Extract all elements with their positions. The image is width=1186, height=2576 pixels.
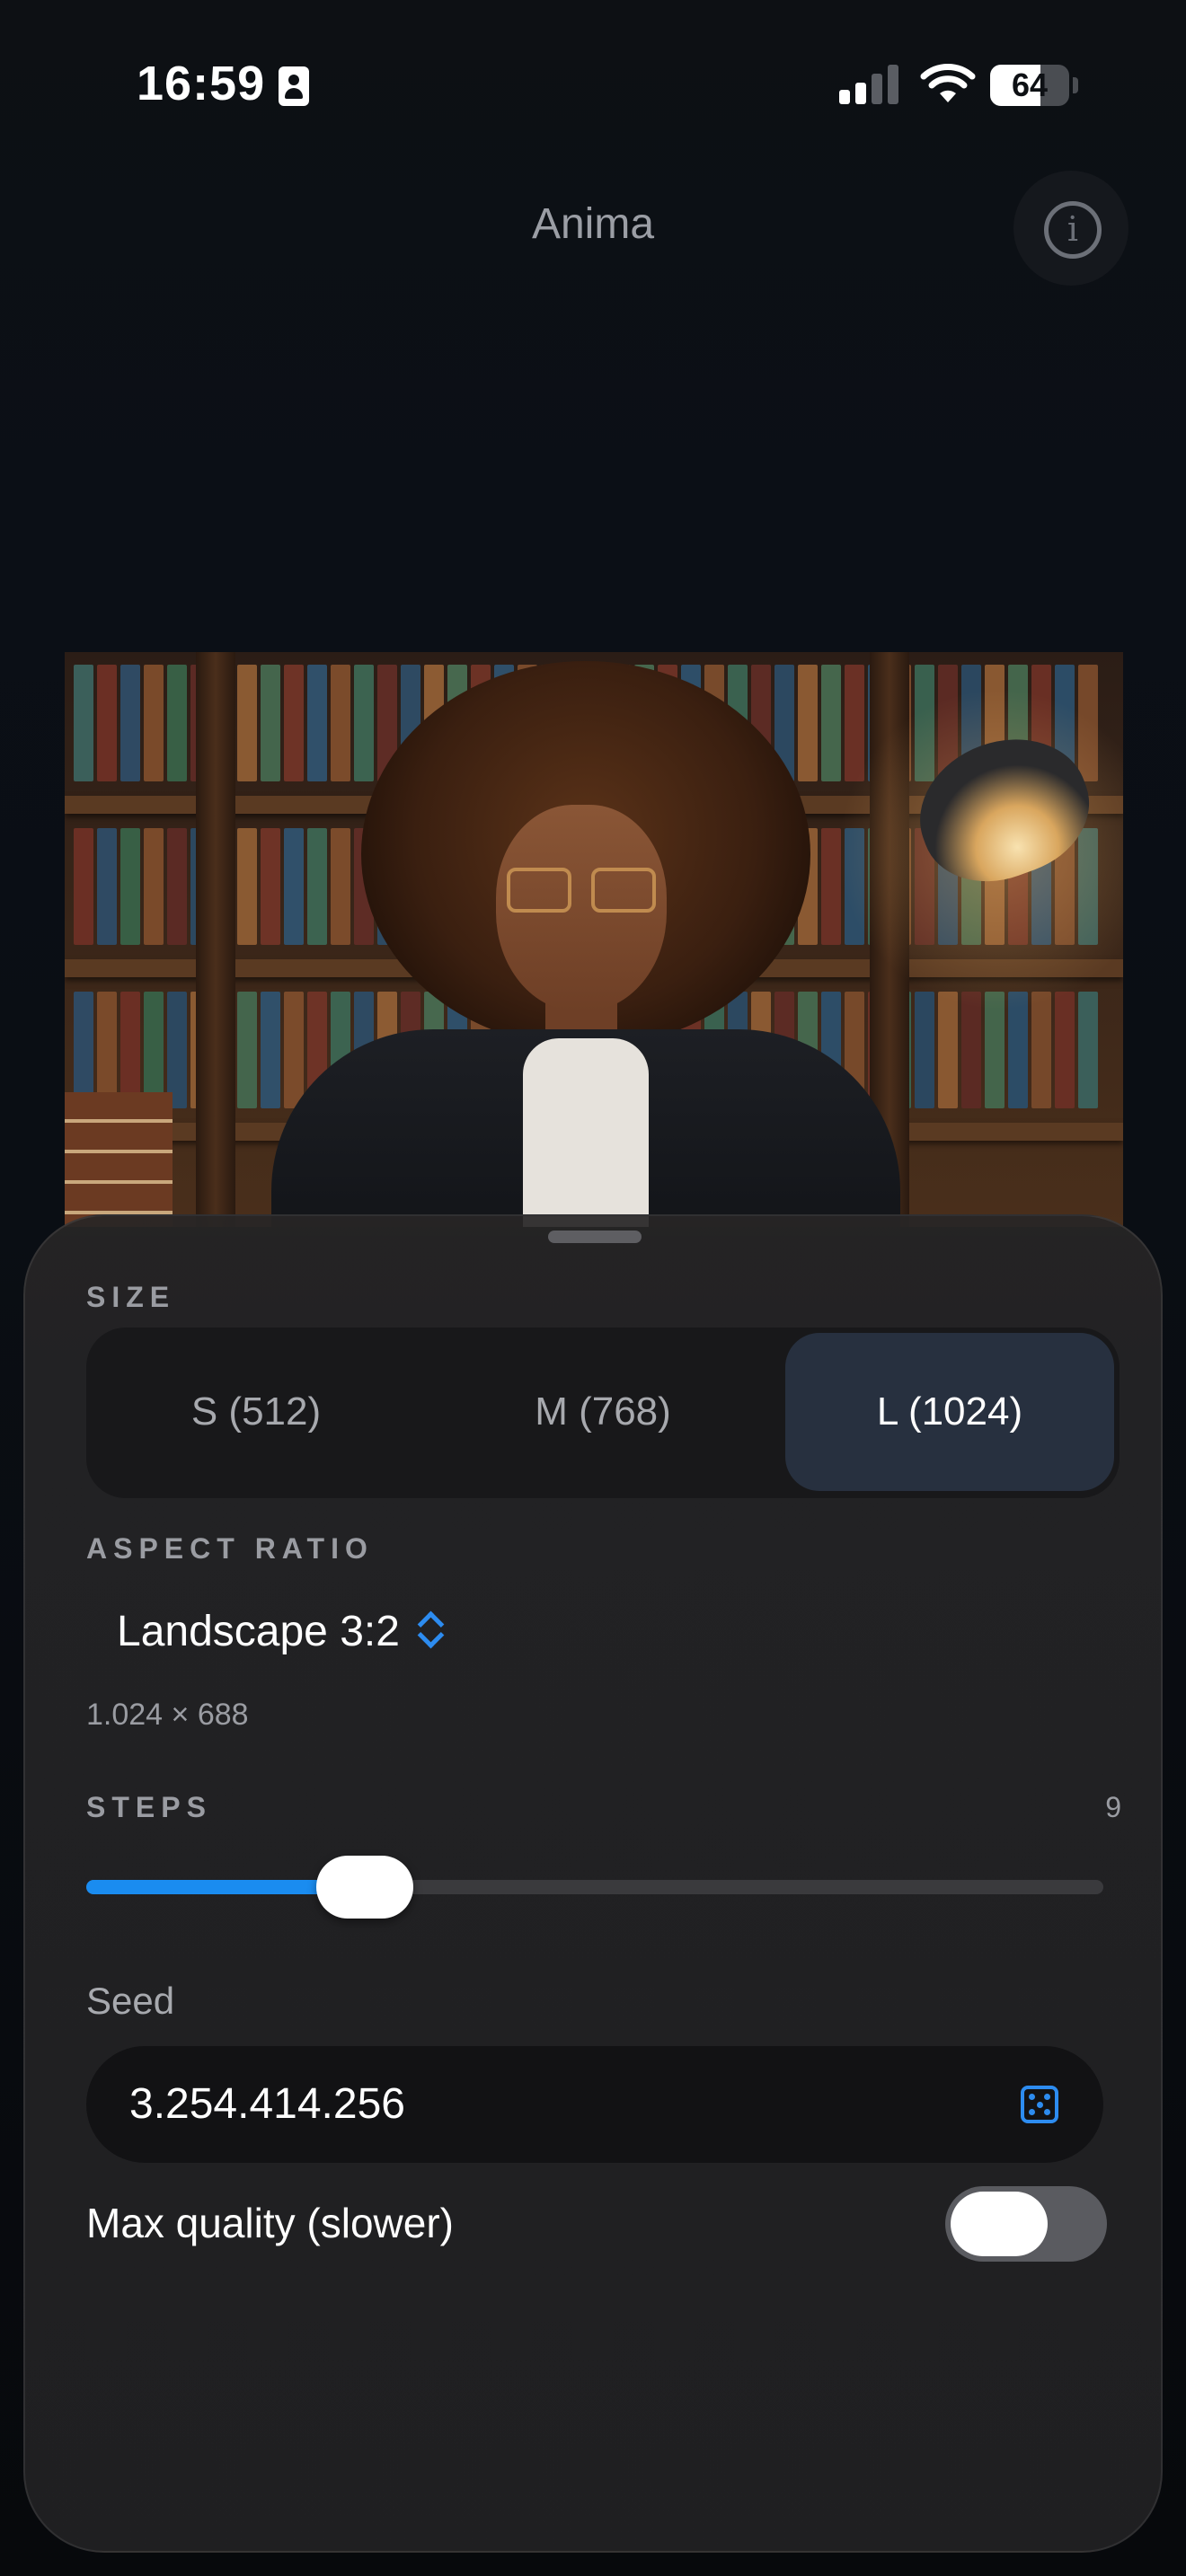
battery-level: 64 — [1011, 66, 1049, 103]
sheet-grabber[interactable] — [548, 1231, 642, 1243]
shelf-post — [196, 652, 235, 1227]
book-stack — [65, 1092, 173, 1227]
page-title: Anima — [531, 200, 655, 248]
battery-nub — [1073, 77, 1078, 93]
max-quality-toggle[interactable] — [945, 2186, 1107, 2262]
size-option-small[interactable]: S (512) — [92, 1333, 420, 1491]
seed-label: Seed — [86, 1980, 175, 2022]
generated-image[interactable] — [65, 652, 1123, 1227]
slider-thumb[interactable] — [316, 1856, 413, 1919]
steps-value: 9 — [1105, 1791, 1121, 1823]
screen: 16:59 64 Anima i SIZE S (512) M (768) L … — [0, 0, 1186, 2576]
size-section-label: SIZE — [86, 1281, 176, 1313]
portrait-glasses — [507, 868, 659, 916]
aspect-ratio-value: Landscape 3:2 — [117, 1607, 400, 1655]
cellular-signal-icon — [839, 65, 902, 104]
seed-value: 3.254.414.256 — [129, 2080, 405, 2128]
steps-section-label: STEPS — [86, 1791, 212, 1823]
size-segmented-control: S (512) M (768) L (1024) — [86, 1328, 1120, 1498]
toggle-knob — [951, 2192, 1048, 2256]
battery-icon: 64 — [990, 65, 1069, 106]
chevron-up-down-icon — [416, 1610, 443, 1653]
status-bar: 16:59 64 — [0, 0, 1186, 171]
steps-slider[interactable] — [86, 1856, 1103, 1919]
size-option-large[interactable]: L (1024) — [785, 1333, 1114, 1491]
aspect-ratio-section-label: ASPECT RATIO — [86, 1532, 374, 1565]
portrait-shirt — [523, 1038, 649, 1227]
wifi-icon — [920, 64, 976, 102]
aspect-ratio-picker[interactable]: Landscape 3:2 — [117, 1595, 443, 1667]
contact-card-icon — [279, 66, 309, 106]
output-dimensions: 1.024 × 688 — [86, 1698, 249, 1732]
settings-sheet: SIZE S (512) M (768) L (1024) ASPECT RAT… — [23, 1214, 1163, 2553]
seed-field[interactable]: 3.254.414.256 — [86, 2046, 1103, 2163]
dice-icon[interactable] — [1021, 2086, 1058, 2123]
info-button[interactable]: i — [1013, 171, 1128, 286]
max-quality-label: Max quality (slower) — [86, 2200, 454, 2246]
info-icon: i — [1044, 201, 1102, 259]
size-option-medium[interactable]: M (768) — [438, 1333, 767, 1491]
status-time: 16:59 — [137, 57, 266, 110]
